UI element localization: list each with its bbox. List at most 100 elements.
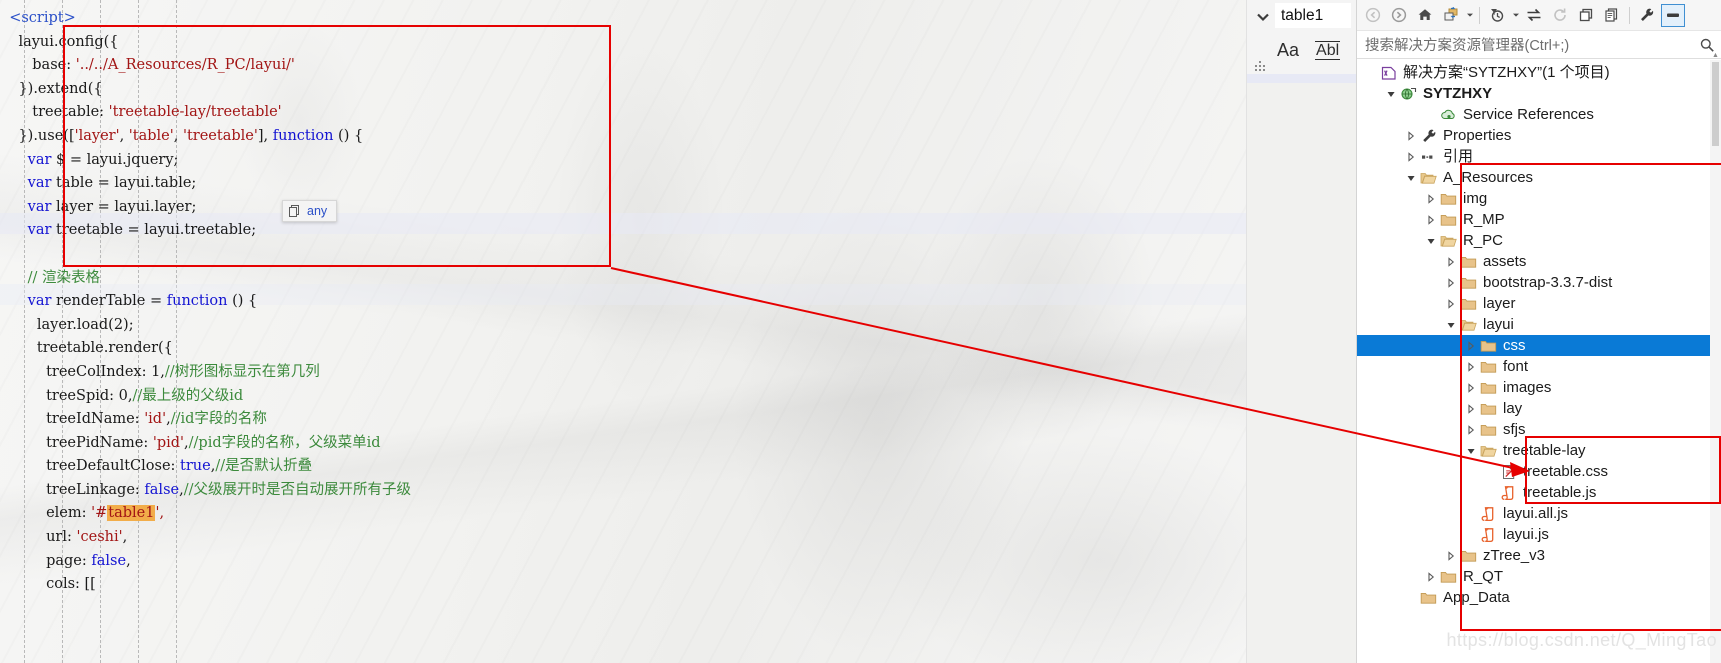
tree-item-sfjs[interactable]: sfjs [1357, 419, 1721, 440]
chevron-right-icon[interactable] [1463, 380, 1479, 396]
collapse-all-icon[interactable] [1574, 4, 1598, 27]
folder-icon [1439, 569, 1458, 585]
tree-item-treetable.css[interactable]: treetable.css [1357, 461, 1721, 482]
tree-item-label: img [1463, 189, 1488, 207]
tree-item-css[interactable]: css [1357, 335, 1721, 356]
tree-item-servicereferences[interactable]: Service References [1357, 104, 1721, 125]
tree-item-bootstrap-3.3.7-dist[interactable]: bootstrap-3.3.7-dist [1357, 272, 1721, 293]
clock-filter-icon[interactable] [1485, 4, 1509, 27]
double-arrow-icon[interactable] [1522, 4, 1546, 27]
find-input[interactable]: table1 [1275, 3, 1351, 28]
tree-item-r_pc[interactable]: R_PC [1357, 230, 1721, 251]
folder-icon [1459, 275, 1478, 291]
chevron-right-icon[interactable] [1443, 296, 1459, 312]
preview-icon[interactable] [1661, 3, 1685, 27]
tree-item-layer[interactable]: layer [1357, 293, 1721, 314]
code-token: //最上级的父级id [132, 387, 244, 404]
resize-grip-icon[interactable] [1255, 61, 1266, 72]
chevron-right-icon[interactable] [1443, 548, 1459, 564]
code-token: treetable.render({ [36, 340, 173, 357]
chevron-down-icon-2[interactable] [1511, 4, 1520, 27]
chevron-right-icon[interactable] [1463, 401, 1479, 417]
scrollbar-thumb[interactable] [1712, 62, 1719, 146]
code-token: false [144, 481, 180, 498]
magnifier-icon[interactable] [1699, 37, 1715, 53]
tree-item-assets[interactable]: assets [1357, 251, 1721, 272]
tree-item-layui[interactable]: layui [1357, 314, 1721, 335]
match-case-icon[interactable]: Aa [1277, 40, 1299, 61]
wrench-icon[interactable] [1635, 4, 1659, 27]
chevron-down-icon[interactable] [1403, 170, 1419, 186]
code-token: , [122, 529, 128, 546]
tree-item-r_qt[interactable]: R_QT [1357, 566, 1721, 587]
solution-search-box[interactable]: 搜索解决方案资源管理器(Ctrl+;) [1357, 31, 1721, 59]
solution-explorer[interactable]: 搜索解决方案资源管理器(Ctrl+;) 解决方案“SYTZHXY”(1 个项目)… [1356, 0, 1721, 663]
tree-item-[interactable]: 引用 [1357, 146, 1721, 167]
tree-item-layui.all.js[interactable]: layui.all.js [1357, 503, 1721, 524]
chevron-right-icon[interactable] [1443, 254, 1459, 270]
find-input-value: table1 [1281, 6, 1324, 24]
chevron-right-icon[interactable] [1403, 128, 1419, 144]
arrow-left-circle-icon[interactable] [1361, 4, 1385, 27]
find-replace-panel[interactable]: table1 Aa Abl [1246, 0, 1356, 663]
tree-item-sytzhxy[interactable]: SYTZHXY [1357, 83, 1721, 104]
chevron-right-icon[interactable] [1403, 149, 1419, 165]
code-line: url: 'ceshi', [0, 526, 1246, 550]
code-token: 'ceshi' [76, 529, 123, 546]
arrow-right-circle-icon[interactable] [1387, 4, 1411, 27]
tree-item-a_resources[interactable]: A_Resources [1357, 167, 1721, 188]
chevron-right-icon[interactable] [1423, 569, 1439, 585]
code-line: base: '../../A_Resources/R_PC/layui/' [0, 54, 1246, 78]
solution-scrollbar[interactable]: ▲ [1710, 52, 1721, 663]
show-all-files-icon[interactable] [1600, 4, 1624, 27]
code-token: , [126, 552, 131, 569]
tree-item-ztree_v3[interactable]: zTree_v3 [1357, 545, 1721, 566]
chevron-down-icon[interactable] [1463, 443, 1479, 459]
chevron-down-icon[interactable] [1443, 317, 1459, 333]
solution-explorer-toolbar[interactable] [1357, 0, 1721, 31]
tree-item-app_data[interactable]: App_Data [1357, 587, 1721, 608]
match-whole-word-icon[interactable]: Abl [1315, 41, 1341, 60]
chevron-down-icon[interactable] [1465, 4, 1474, 27]
tree-item-treetable.js[interactable]: treetable.js [1357, 482, 1721, 503]
chevron-right-icon[interactable] [1443, 275, 1459, 291]
tree-item-sytzhxy1[interactable]: 解决方案“SYTZHXY”(1 个项目) [1357, 62, 1721, 83]
code-editor[interactable]: <script> layui.config({ base: '../../A_R… [0, 0, 1246, 663]
tree-item-images[interactable]: images [1357, 377, 1721, 398]
tree-item-label: layer [1483, 294, 1516, 312]
tree-item-treetable-lay[interactable]: treetable-lay [1357, 440, 1721, 461]
code-line: treeLinkage: false,//父级展开时是否自动展开所有子级 [0, 479, 1246, 503]
solution-search-input[interactable]: 搜索解决方案资源管理器(Ctrl+;) [1365, 34, 1699, 55]
code-line: elem: '#table1', [0, 502, 1246, 526]
tree-item-font[interactable]: font [1357, 356, 1721, 377]
chevron-down-icon[interactable] [1423, 233, 1439, 249]
tree-item-label: treetable.js [1523, 483, 1597, 501]
scroll-up-icon[interactable]: ▲ [1712, 52, 1719, 59]
home-icon[interactable] [1413, 4, 1437, 27]
chevron-right-icon[interactable] [1423, 212, 1439, 228]
tree-item-lay[interactable]: lay [1357, 398, 1721, 419]
chevron-right-icon[interactable] [1423, 191, 1439, 207]
code-token: table1 [107, 505, 156, 522]
chevron-right-icon[interactable] [1463, 338, 1479, 354]
code-text[interactable]: <script> layui.config({ base: '../../A_R… [0, 0, 1246, 597]
chevron-down-icon[interactable] [1383, 86, 1399, 102]
tree-item-r_mp[interactable]: R_MP [1357, 209, 1721, 230]
code-token: treeDefaultClose: [46, 458, 181, 475]
chevron-down-icon[interactable] [1255, 9, 1271, 25]
tree-item-layui.js[interactable]: layui.js [1357, 524, 1721, 545]
tree-item-img[interactable]: img [1357, 188, 1721, 209]
chevron-right-icon[interactable] [1463, 422, 1479, 438]
tree-item-properties[interactable]: Properties [1357, 125, 1721, 146]
chevron-right-icon[interactable] [1463, 359, 1479, 375]
code-token: ', [155, 505, 165, 522]
code-token: //是否默认折叠 [215, 458, 313, 475]
solution-tree[interactable]: 解决方案“SYTZHXY”(1 个项目) SYTZHXY Service Refer… [1357, 59, 1721, 663]
folder-icon [1459, 548, 1478, 564]
refresh-icon[interactable] [1548, 4, 1572, 27]
sync-document-icon[interactable] [1439, 4, 1463, 27]
code-token: }).extend({ [18, 80, 103, 97]
